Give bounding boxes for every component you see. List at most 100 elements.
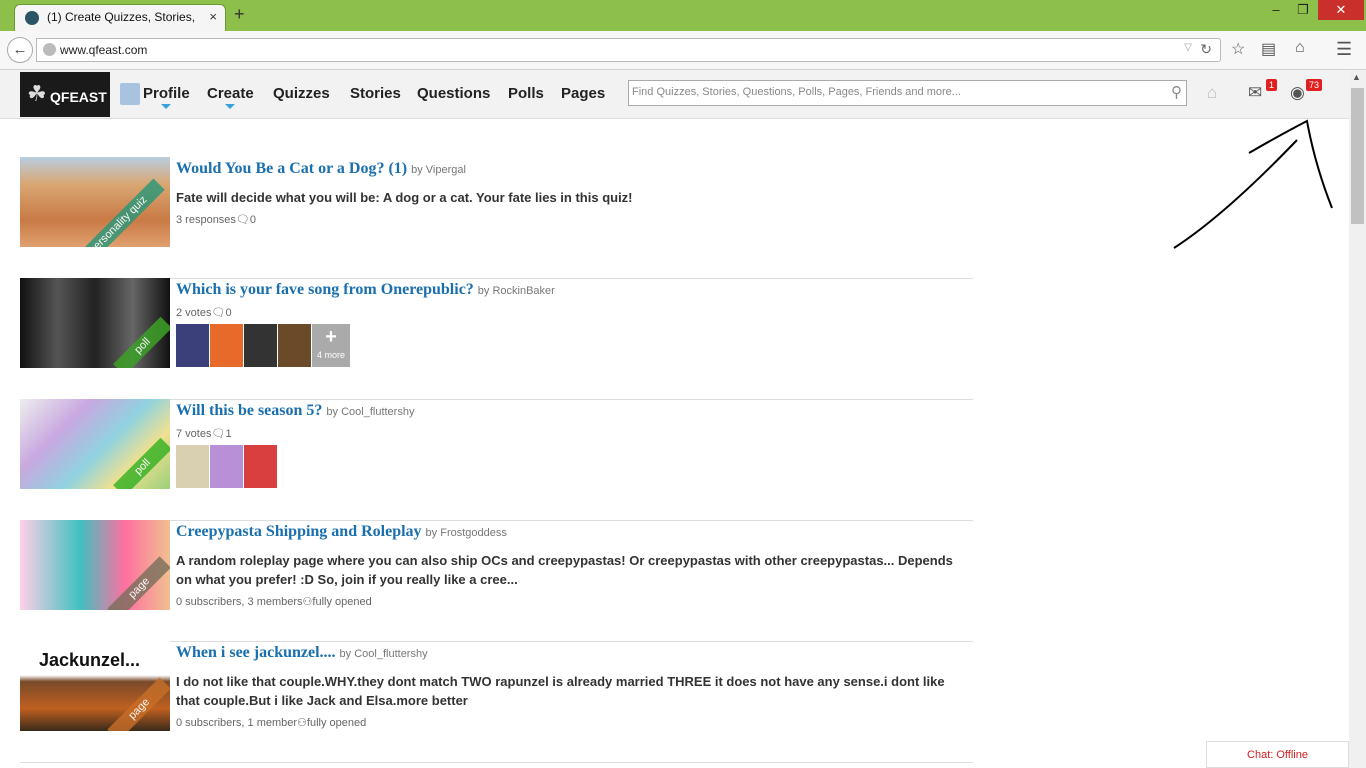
- feed-item: poll Which is your fave song from Onerep…: [20, 278, 973, 400]
- url-text: www.qfeast.com: [60, 43, 148, 57]
- more-options-button[interactable]: +4 more: [312, 324, 350, 367]
- item-meta: 3 responses🗨0: [176, 213, 256, 226]
- thumb-caption: Jackunzel...: [39, 650, 141, 670]
- search-icon[interactable]: ⚲: [1171, 83, 1182, 101]
- item-author[interactable]: by Frostgoddess: [426, 527, 507, 539]
- reload-icon[interactable]: ↻: [1200, 41, 1212, 58]
- item-type-tag: poll: [113, 316, 170, 368]
- item-thumbnail[interactable]: page: [20, 520, 170, 610]
- feed-item: personality quiz Would You Be a Cat or a…: [20, 157, 973, 279]
- logo-text: QFEAST: [50, 89, 107, 105]
- page-scrollbar[interactable]: ▲: [1349, 70, 1366, 768]
- hand-drawn-arrow: [1173, 119, 1333, 249]
- item-title-text: Would You Be a Cat or a Dog? (1): [176, 160, 408, 177]
- poll-option-thumbnails: [176, 445, 278, 488]
- feed-item: poll Will this be season 5? by Cool_flut…: [20, 399, 973, 521]
- poll-option-thumb[interactable]: [244, 445, 277, 488]
- messages-icon[interactable]: ✉: [1248, 83, 1262, 103]
- browser-tab[interactable]: (1) Create Quizzes, Stories, Qu... ×: [14, 4, 226, 31]
- poll-option-thumb[interactable]: [244, 324, 277, 367]
- home-icon[interactable]: ⌂: [1295, 39, 1305, 57]
- comment-icon: 🗨: [211, 428, 226, 440]
- browser-navbar: ← www.qfeast.com ▽ ↻ ☆ ▤ ⌂ ☰: [0, 31, 1366, 70]
- home-outline-icon[interactable]: ⌂: [1207, 83, 1217, 103]
- tab-close-icon[interactable]: ×: [209, 9, 217, 24]
- maximize-button[interactable]: ❐: [1291, 0, 1315, 20]
- poll-option-thumb[interactable]: [176, 445, 209, 488]
- site-search-input[interactable]: Find Quizzes, Stories, Questions, Polls,…: [628, 80, 1187, 106]
- poll-option-thumbnails: +4 more: [176, 324, 350, 367]
- profile-caret-icon: [161, 104, 172, 109]
- minimize-button[interactable]: –: [1264, 0, 1288, 20]
- new-tab-button[interactable]: +: [234, 4, 245, 25]
- item-description: I do not like that couple.WHY.they dont …: [176, 674, 945, 708]
- messages-badge: 1: [1266, 79, 1278, 91]
- site-logo[interactable]: ☘ QFEAST: [20, 72, 110, 117]
- nav-stories[interactable]: Stories: [350, 85, 401, 102]
- poll-option-thumb[interactable]: [210, 324, 243, 367]
- item-author[interactable]: by Cool_fluttershy: [326, 406, 414, 418]
- search-placeholder: Find Quizzes, Stories, Questions, Polls,…: [632, 86, 961, 98]
- nav-create[interactable]: Create: [207, 85, 254, 109]
- nav-quizzes[interactable]: Quizzes: [273, 85, 330, 102]
- globe-icon: [43, 43, 56, 56]
- feed-item: Jackunzel... page When i see jackunzel..…: [20, 641, 973, 763]
- poll-option-thumb[interactable]: [176, 324, 209, 367]
- site-header: ☘ QFEAST Profile Create Quizzes Stories …: [0, 70, 1349, 119]
- item-meta-text: 3 responses: [176, 214, 236, 226]
- close-window-button[interactable]: ✕: [1318, 0, 1364, 20]
- scroll-up-icon[interactable]: ▲: [1352, 72, 1361, 82]
- open-status-icon: ⚇: [302, 596, 313, 608]
- comment-icon: 🗨: [235, 214, 250, 226]
- item-meta-text: 2 votes: [176, 307, 212, 319]
- comment-count: 1: [225, 428, 232, 440]
- item-author[interactable]: by RockinBaker: [478, 285, 555, 297]
- item-title[interactable]: Would You Be a Cat or a Dog? (1) by Vipe…: [176, 160, 466, 178]
- item-description: Fate will decide what you will be: A dog…: [176, 190, 633, 205]
- item-title[interactable]: Creepypasta Shipping and Roleplay by Fro…: [176, 523, 507, 541]
- feed-item: page Creepypasta Shipping and Roleplay b…: [20, 520, 973, 642]
- nav-questions[interactable]: Questions: [417, 85, 490, 102]
- item-thumbnail[interactable]: poll: [20, 399, 170, 489]
- item-title-text: Will this be season 5?: [176, 402, 323, 419]
- item-meta-text: 0 subscribers, 3 members: [176, 596, 303, 608]
- item-type-tag: page: [106, 677, 170, 731]
- item-meta: 0 subscribers, 1 member⚇fully opened: [176, 716, 366, 729]
- browser-titlebar: (1) Create Quizzes, Stories, Qu... × + –…: [0, 0, 1366, 31]
- item-title[interactable]: When i see jackunzel.... by Cool_flutter…: [176, 644, 428, 662]
- comment-count: 0: [225, 307, 232, 319]
- open-status-icon: ⚇: [297, 717, 307, 729]
- nav-polls[interactable]: Polls: [508, 85, 544, 102]
- reading-list-icon[interactable]: ▤: [1261, 39, 1276, 59]
- item-title-text: Creepypasta Shipping and Roleplay: [176, 523, 422, 540]
- item-author[interactable]: by Vipergal: [411, 164, 466, 176]
- poll-option-thumb[interactable]: [278, 324, 311, 367]
- item-title[interactable]: Will this be season 5? by Cool_fluttersh…: [176, 402, 414, 420]
- poll-option-thumb[interactable]: [210, 445, 243, 488]
- back-button[interactable]: ←: [7, 37, 33, 63]
- chat-status-button[interactable]: Chat: Offline: [1206, 741, 1349, 768]
- nav-pages[interactable]: Pages: [561, 85, 605, 102]
- item-thumbnail[interactable]: Jackunzel... page: [20, 641, 170, 731]
- logo-mark-icon: ☘: [27, 81, 47, 106]
- item-thumbnail[interactable]: poll: [20, 278, 170, 368]
- nav-profile[interactable]: Profile: [143, 85, 190, 109]
- scrollbar-thumb[interactable]: [1351, 88, 1364, 224]
- notifications-icon[interactable]: ◉: [1290, 83, 1305, 103]
- create-caret-icon: [225, 104, 236, 109]
- item-type-tag: personality quiz: [70, 178, 165, 247]
- item-status: fully opened: [312, 596, 372, 608]
- profile-avatar[interactable]: [120, 83, 140, 105]
- bookmark-star-icon[interactable]: ☆: [1231, 39, 1245, 59]
- nav-create-label: Create: [207, 85, 254, 102]
- comment-count: 0: [249, 214, 257, 226]
- item-meta-text: 0 subscribers, 1 member: [176, 717, 298, 729]
- menu-icon[interactable]: ☰: [1336, 39, 1352, 60]
- address-bar[interactable]: www.qfeast.com ▽ ↻: [36, 38, 1221, 62]
- item-thumbnail[interactable]: personality quiz: [20, 157, 170, 247]
- item-title-text: Which is your fave song from Onerepublic…: [176, 281, 474, 298]
- dropdown-icon[interactable]: ▽: [1184, 42, 1192, 53]
- item-type-tag: poll: [113, 437, 170, 489]
- item-author[interactable]: by Cool_fluttershy: [340, 648, 428, 660]
- item-title[interactable]: Which is your fave song from Onerepublic…: [176, 281, 555, 299]
